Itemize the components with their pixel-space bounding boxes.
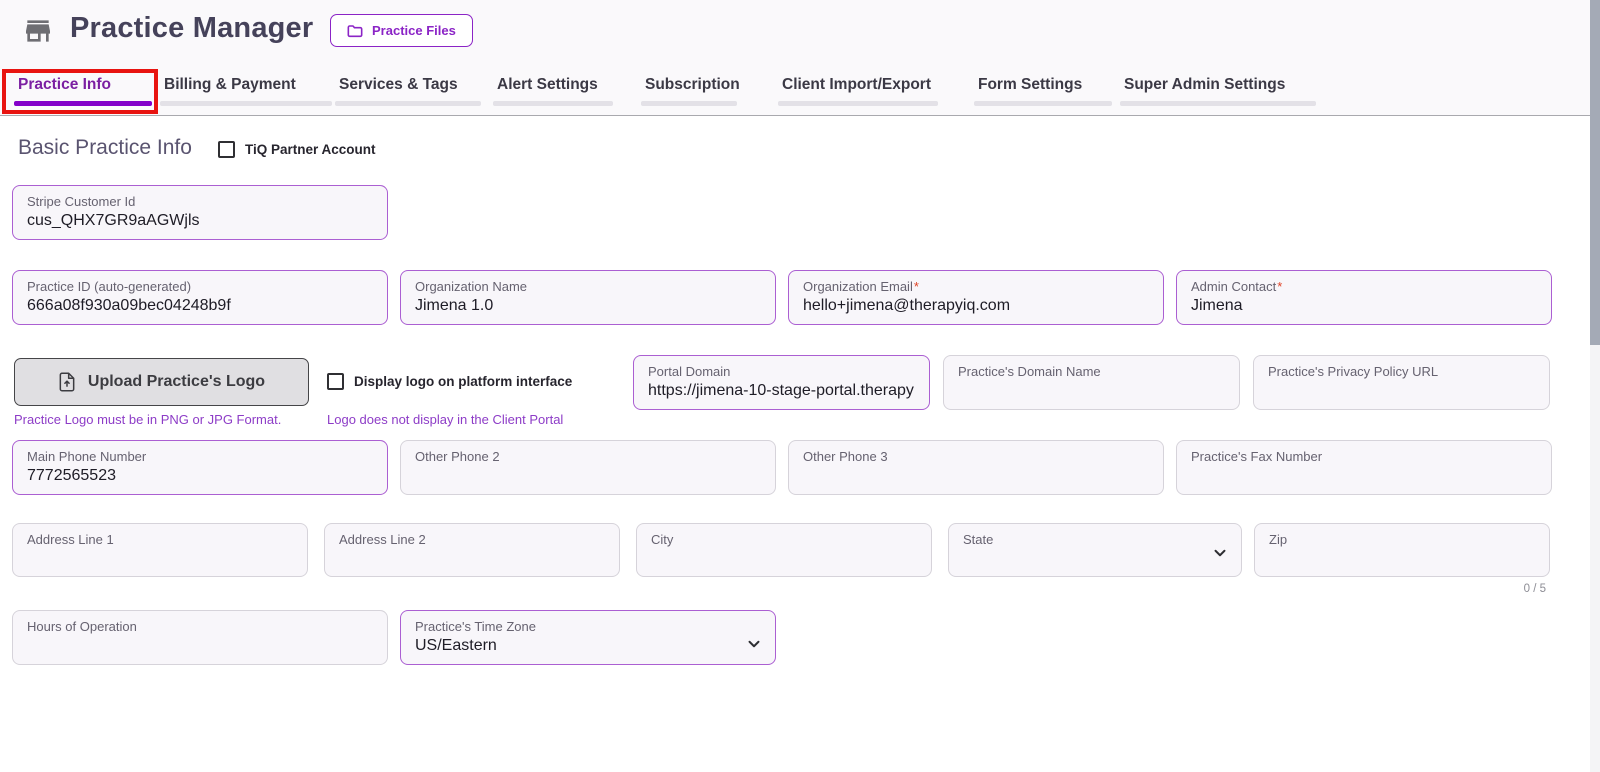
- address-line-2-field[interactable]: Address Line 2: [324, 523, 620, 577]
- display-logo-checkbox-row: Display logo on platform interface: [327, 373, 572, 390]
- field-value: 7772565523: [27, 467, 116, 484]
- display-logo-label: Display logo on platform interface: [354, 374, 573, 389]
- field-value: US/Eastern: [415, 637, 497, 654]
- chevron-down-icon: [748, 640, 760, 648]
- other-phone-2-field[interactable]: Other Phone 2: [400, 440, 776, 495]
- display-logo-checkbox[interactable]: [327, 373, 344, 390]
- field-label: Practice's Privacy Policy URL: [1268, 364, 1439, 379]
- tab-underline: [160, 101, 332, 106]
- tab-label: Billing & Payment: [164, 76, 296, 93]
- required-asterisk: *: [1277, 279, 1283, 294]
- other-phone-3-field[interactable]: Other Phone 3: [788, 440, 1164, 495]
- field-value: Jimena: [1191, 297, 1243, 314]
- tab-label: Alert Settings: [497, 76, 598, 93]
- field-value: 666a08f930a09bec04248b9f: [27, 297, 231, 314]
- tab-services-tags[interactable]: Services & Tags: [335, 76, 481, 106]
- practice-domain-name-field[interactable]: Practice's Domain Name: [943, 355, 1240, 410]
- field-value: hello+jimena@therapyiq.com: [803, 297, 1011, 314]
- field-label: Practice ID (auto-generated): [27, 279, 192, 294]
- chevron-down-icon: [1214, 549, 1226, 557]
- tiq-partner-checkbox[interactable]: [218, 141, 235, 158]
- file-upload-icon: [59, 372, 75, 392]
- field-label: Practice's Domain Name: [958, 364, 1101, 379]
- field-label: Admin Contact*: [1191, 279, 1283, 294]
- tab-underline: [974, 101, 1112, 106]
- practice-files-label: Practice Files: [372, 23, 456, 38]
- required-asterisk: *: [913, 279, 919, 294]
- display-logo-hint: Logo does not display in the Client Port…: [327, 412, 564, 427]
- tab-practice-info[interactable]: Practice Info: [14, 76, 152, 106]
- tab-label: Form Settings: [978, 76, 1083, 93]
- tab-underline: [1120, 101, 1316, 106]
- tab-client-import-export[interactable]: Client Import/Export: [778, 76, 938, 106]
- tiq-partner-checkbox-row: TiQ Partner Account: [218, 141, 376, 158]
- tab-underline: [778, 101, 938, 106]
- field-value: Jimena 1.0: [415, 297, 494, 314]
- city-field[interactable]: City: [636, 523, 932, 577]
- tab-underline: [641, 101, 737, 106]
- privacy-policy-url-field[interactable]: Practice's Privacy Policy URL: [1253, 355, 1550, 410]
- tab-bar: Practice Info Billing & Payment Services…: [0, 76, 1590, 108]
- tiq-partner-label: TiQ Partner Account: [245, 142, 376, 157]
- zip-char-counter: 0 / 5: [1523, 583, 1546, 595]
- folder-icon: [347, 24, 363, 37]
- tab-label: Super Admin Settings: [1124, 76, 1286, 93]
- field-label: Practice's Fax Number: [1191, 449, 1323, 464]
- tab-subscription[interactable]: Subscription: [641, 76, 740, 106]
- field-label: State: [963, 532, 994, 547]
- timezone-select[interactable]: Practice's Time Zone US/Eastern: [400, 610, 776, 665]
- practice-files-button[interactable]: Practice Files: [330, 14, 473, 47]
- tab-form-settings[interactable]: Form Settings: [974, 76, 1112, 106]
- tab-super-admin-settings[interactable]: Super Admin Settings: [1120, 76, 1316, 106]
- storefront-icon: [26, 20, 50, 42]
- field-label: Main Phone Number: [27, 449, 147, 464]
- scrollbar-track[interactable]: [1590, 0, 1600, 772]
- admin-contact-field[interactable]: Admin Contact* Jimena: [1176, 270, 1552, 325]
- field-value: cus_QHX7GR9aAGWjls: [27, 212, 200, 229]
- tab-label: Practice Info: [18, 76, 112, 93]
- field-label: Hours of Operation: [27, 619, 137, 634]
- tab-label: Client Import/Export: [782, 76, 931, 93]
- portal-domain-field[interactable]: Portal Domain https://jimena-10-stage-po…: [633, 355, 930, 410]
- tab-underline: [14, 101, 152, 106]
- field-label: Address Line 2: [339, 532, 426, 547]
- field-label: City: [651, 532, 674, 547]
- tab-underline: [493, 101, 613, 106]
- field-label: Organization Email*: [803, 279, 919, 294]
- tab-underline: [335, 101, 481, 106]
- stripe-customer-id-field[interactable]: Stripe Customer Id cus_QHX7GR9aAGWjls: [12, 185, 388, 240]
- main-phone-field[interactable]: Main Phone Number 7772565523: [12, 440, 388, 495]
- field-label: Zip: [1269, 532, 1288, 547]
- upload-logo-label: Upload Practice's Logo: [87, 373, 266, 390]
- field-label: Stripe Customer Id: [27, 194, 136, 209]
- address-line-1-field[interactable]: Address Line 1: [12, 523, 308, 577]
- field-value: https://jimena-10-stage-portal.therapy: [648, 382, 914, 399]
- field-label: Address Line 1: [27, 532, 114, 547]
- hours-of-operation-field[interactable]: Hours of Operation: [12, 610, 388, 665]
- section-title: Basic Practice Info: [18, 136, 192, 159]
- organization-email-field[interactable]: Organization Email* hello+jimena@therapy…: [788, 270, 1164, 325]
- tab-label: Services & Tags: [339, 76, 458, 93]
- field-label: Other Phone 3: [803, 449, 888, 464]
- scrollbar-thumb[interactable]: [1590, 0, 1600, 345]
- field-label: Portal Domain: [648, 364, 731, 379]
- field-label: Practice's Time Zone: [415, 619, 536, 634]
- state-select[interactable]: State: [948, 523, 1242, 577]
- upload-logo-button[interactable]: Upload Practice's Logo: [14, 358, 309, 406]
- practice-id-field[interactable]: Practice ID (auto-generated) 666a08f930a…: [12, 270, 388, 325]
- logo-format-hint: Practice Logo must be in PNG or JPG Form…: [14, 412, 282, 427]
- zip-field[interactable]: Zip: [1254, 523, 1550, 577]
- organization-name-field[interactable]: Organization Name Jimena 1.0: [400, 270, 776, 325]
- tab-alert-settings[interactable]: Alert Settings: [493, 76, 613, 106]
- fax-number-field[interactable]: Practice's Fax Number: [1176, 440, 1552, 495]
- practice-manager-page: Practice Manager Practice Files Practice…: [0, 0, 1600, 772]
- tab-label: Subscription: [645, 76, 740, 93]
- field-label: Other Phone 2: [415, 449, 500, 464]
- tab-billing-payment[interactable]: Billing & Payment: [160, 76, 332, 106]
- field-label: Organization Name: [415, 279, 527, 294]
- page-title: Practice Manager: [70, 12, 314, 44]
